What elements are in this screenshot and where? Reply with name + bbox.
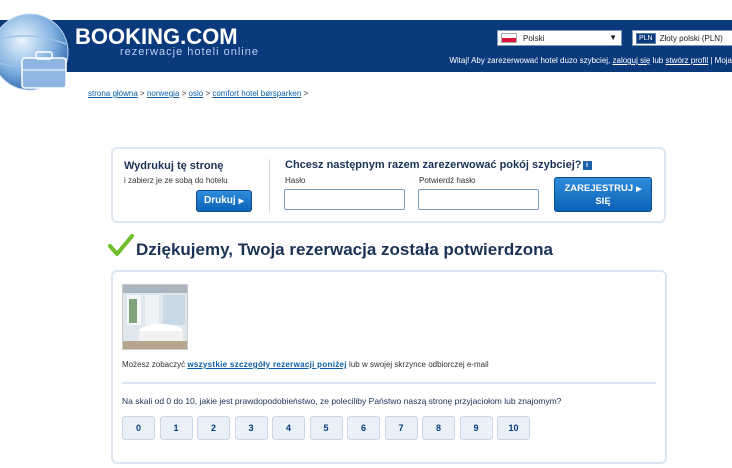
confirm-password-label: Potwierdź hasło (419, 176, 476, 185)
nps-option-1[interactable]: 1 (159, 416, 193, 440)
nps-question: Na skali od 0 do 10, jakie jest prawdopo… (122, 396, 562, 406)
panel-divider (269, 159, 270, 213)
language-select[interactable]: Polski ▼ (497, 30, 622, 46)
print-title: Wydrukuj tę stronę (124, 160, 224, 172)
print-button-label: Drukuj (203, 195, 236, 206)
register-button-line2: SIĘ (595, 196, 611, 207)
welcome-text: Witaj! Aby zarezerwować hotel duzo szybc… (449, 56, 613, 65)
nps-option-6[interactable]: 6 (347, 416, 380, 440)
breadcrumb-hotel[interactable]: comfort hotel børsparken (212, 89, 301, 98)
confirmation-panel: Możesz zobaczyć wszystkie szczegóły reze… (111, 270, 667, 464)
section-divider (122, 382, 656, 384)
register-title-text: Chcesz następnym razem zarezerwować pokó… (285, 159, 582, 171)
print-button[interactable]: Drukuj ▶ (196, 190, 252, 212)
arrow-right-icon: ▶ (238, 198, 245, 205)
print-subtitle: i zabierz je ze sobą do hotelu (124, 176, 228, 185)
password-field[interactable] (284, 189, 405, 210)
breadcrumb-city[interactable]: oslo (189, 89, 204, 98)
register-title: Chcesz następnym razem zarezerwować pokó… (285, 159, 592, 171)
breadcrumb-separator: > (179, 89, 189, 98)
welcome-message: Witaj! Aby zarezerwować hotel duzo szybc… (449, 56, 732, 65)
globe-logo-icon (0, 0, 80, 104)
my-account-link[interactable]: Moja (715, 56, 732, 65)
site-header: BOOKING.COM rezerwacje hoteli online Pol… (0, 0, 732, 104)
login-link[interactable]: zaloguj się (613, 56, 651, 65)
breadcrumb-country[interactable]: norwegia (147, 89, 179, 98)
booking-details-link[interactable]: wszystkie szczegóły rezerwacji poniżej (187, 360, 346, 369)
currency-code-badge: PLN (636, 32, 656, 44)
nps-option-9[interactable]: 9 (459, 416, 493, 440)
currency-select[interactable]: PLN Złoty polski (PLN) (632, 30, 732, 46)
language-select-value: Polski (523, 33, 545, 43)
breadcrumb: strona główna > norwegia > oslo > comfor… (88, 89, 308, 98)
create-profile-link[interactable]: stwórz profil (665, 56, 708, 65)
breadcrumb-separator: > (203, 89, 213, 98)
nps-option-4[interactable]: 4 (272, 416, 305, 440)
nps-option-0[interactable]: 0 (122, 416, 155, 440)
dropdown-arrow-icon: ▼ (609, 33, 617, 42)
breadcrumb-home[interactable]: strona główna (88, 89, 138, 98)
register-button-line1: ZAREJESTRUJ (564, 183, 634, 194)
confirm-password-field[interactable] (418, 189, 539, 210)
info-icon[interactable]: i (582, 160, 592, 170)
nps-option-3[interactable]: 3 (234, 416, 268, 440)
currency-select-value: Złoty polski (PLN) (659, 33, 723, 43)
nps-option-8[interactable]: 8 (422, 416, 455, 440)
nps-option-5[interactable]: 5 (309, 416, 343, 440)
register-button[interactable]: ZAREJESTRUJ ▶ SIĘ (554, 177, 652, 212)
details-text: Możesz zobaczyć wszystkie szczegóły reze… (122, 360, 489, 369)
breadcrumb-separator: > (301, 89, 309, 98)
breadcrumb-separator: > (137, 89, 147, 98)
confirmation-heading: Dziękujemy, Twoja rezerwacja została pot… (136, 240, 553, 259)
hotel-photo[interactable] (122, 284, 188, 350)
print-register-panel: Wydrukuj tę stronę i zabierz je ze sobą … (111, 147, 666, 223)
poland-flag-icon (501, 33, 517, 43)
password-label: Hasło (285, 176, 306, 185)
nps-option-7[interactable]: 7 (384, 416, 418, 440)
or-text: lub (650, 56, 666, 65)
arrow-right-icon: ▶ (636, 186, 642, 193)
nps-option-10[interactable]: 10 (497, 416, 530, 440)
logo-tagline: rezerwacje hoteli online (120, 46, 259, 58)
nps-rating-scale: 0 1 2 3 4 5 6 7 8 9 10 (122, 416, 535, 440)
nps-option-2[interactable]: 2 (197, 416, 230, 440)
checkmark-icon (108, 234, 134, 263)
details-prefix: Możesz zobaczyć (122, 360, 188, 369)
details-suffix: lub w swojej skrzynce odbiorczej e-mail (346, 360, 489, 369)
